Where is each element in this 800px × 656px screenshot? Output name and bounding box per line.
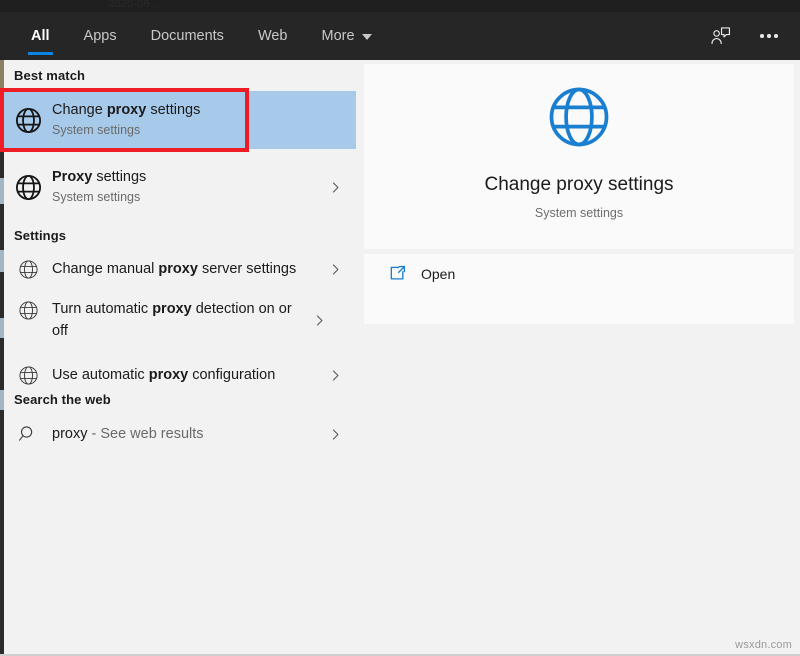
section-header-settings: Settings [14, 228, 67, 243]
top-strip-text: 2020-06 ... [108, 0, 163, 10]
result-item-proxy-settings[interactable]: Proxy settings System settings [4, 158, 352, 216]
globe-icon [4, 365, 52, 386]
search-icon [4, 424, 52, 444]
settings-item-change-manual-proxy-server-settings[interactable]: Change manual proxy server settings [4, 250, 352, 288]
preview-title: Change proxy settings [484, 174, 674, 195]
open-button-label: Open [421, 265, 456, 282]
web-search-item-text: proxy - See web results [52, 425, 318, 444]
preview-card: Change proxy settings System settings [364, 64, 794, 249]
tab-all-label: All [31, 28, 50, 44]
tab-documents[interactable]: Documents [134, 12, 241, 60]
chevron-right-icon [318, 181, 352, 194]
preview-subtitle: System settings [534, 206, 624, 220]
result-item-title: Change proxy settings [52, 102, 201, 118]
preview-globe-wrap [364, 84, 794, 150]
window-top-strip: 2020-06 ... [0, 0, 800, 12]
chevron-right-icon [302, 314, 336, 327]
globe-icon [4, 300, 52, 321]
settings-item-text: Change manual proxy server settings [52, 260, 318, 279]
settings-item-text: Use automatic proxy configuration [52, 366, 318, 385]
feedback-button[interactable] [700, 16, 742, 56]
result-item-text: Proxy settings System settings [52, 168, 318, 206]
more-options-button[interactable] [748, 16, 790, 56]
globe-icon [4, 173, 52, 202]
section-header-search-the-web: Search the web [14, 392, 111, 407]
chevron-right-icon [318, 428, 352, 441]
settings-item-title: Use automatic proxy configuration [52, 366, 276, 383]
feedback-icon [711, 27, 731, 45]
result-item-subtitle: System settings [52, 190, 141, 204]
result-item-title: Proxy settings [52, 169, 147, 185]
tab-apps[interactable]: Apps [67, 12, 134, 60]
header-actions [700, 12, 790, 60]
search-results-content: Best match Change proxy settings System … [0, 60, 800, 656]
tab-all[interactable]: All [14, 12, 67, 60]
chevron-down-icon [361, 34, 372, 40]
open-external-icon [390, 265, 406, 280]
web-search-item-proxy[interactable]: proxy - See web results [4, 415, 352, 453]
result-item-text: Change proxy settings System settings [52, 101, 356, 139]
tab-more[interactable]: More [305, 12, 389, 60]
chevron-right-icon [318, 369, 352, 382]
open-button[interactable]: Open [388, 264, 455, 283]
windows-search-flyout: 2020-06 ... All Apps Documents Web More [0, 0, 800, 656]
section-header-best-match: Best match [14, 68, 86, 83]
tab-apps-label: Apps [83, 28, 117, 44]
result-item-subtitle: System settings [52, 123, 141, 137]
web-search-item-title: proxy - See web results [52, 425, 204, 442]
tab-web-label: Web [257, 28, 288, 44]
settings-item-turn-automatic-proxy-detection[interactable]: Turn automatic proxy detection on or off [4, 292, 352, 348]
result-item-change-proxy-settings[interactable]: Change proxy settings System settings [4, 91, 356, 149]
preview-actions: Open [364, 254, 794, 324]
search-filter-tabs: All Apps Documents Web More [14, 12, 389, 60]
preview-pane: Change proxy settings System settings Op… [360, 60, 800, 656]
tab-documents-label: Documents [150, 28, 224, 44]
tab-web[interactable]: Web [241, 12, 305, 60]
settings-item-use-automatic-proxy-configuration[interactable]: Use automatic proxy configuration [4, 356, 352, 394]
tab-active-underline [28, 52, 53, 55]
watermark: wsxdn.com [735, 639, 792, 651]
more-options-icon [760, 34, 778, 38]
globe-icon [4, 259, 52, 280]
chevron-right-icon [318, 263, 352, 276]
settings-item-title: Turn automatic proxy detection on or off [52, 301, 292, 339]
settings-item-text: Turn automatic proxy detection on or off [52, 298, 302, 342]
settings-item-title: Change manual proxy server settings [52, 260, 297, 277]
tab-more-label: More [321, 28, 355, 44]
globe-icon [4, 106, 52, 135]
results-list-pane: Best match Change proxy settings System … [0, 60, 360, 656]
globe-icon [549, 87, 609, 147]
